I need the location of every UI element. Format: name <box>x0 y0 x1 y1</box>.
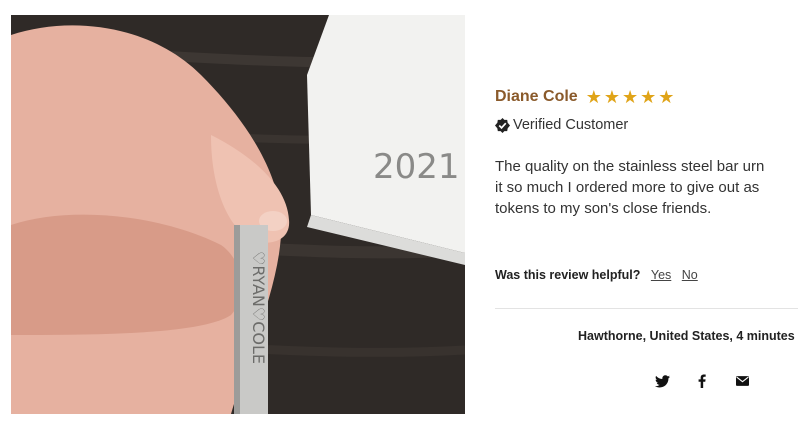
review-photo-illustration: 2021 ♡RYAN♡COLE <box>11 15 465 414</box>
review-location-time: Hawthorne, United States, 4 minutes <box>578 329 795 343</box>
star-icon: ★ <box>658 87 675 107</box>
star-rating: ★ ★ ★ ★ ★ <box>586 88 675 106</box>
review-body-line: The quality on the stainless steel bar u… <box>495 158 765 175</box>
helpful-prompt: Was this review helpful? Yes No <box>495 268 698 282</box>
verified-badge-icon <box>495 117 510 133</box>
star-icon: ★ <box>621 87 639 107</box>
review-body-line: it so much I ordered more to give out as <box>495 179 760 196</box>
star-icon: ★ <box>585 87 602 107</box>
review-body-line: tokens to my son's close friends. <box>495 200 712 217</box>
bar-engraving-text: ♡RYAN♡COLE <box>249 251 268 364</box>
facebook-icon[interactable] <box>693 372 711 390</box>
review-photo[interactable]: 2021 ♡RYAN♡COLE <box>11 15 465 414</box>
star-icon: ★ <box>603 87 620 107</box>
verified-customer: Verified Customer <box>495 117 628 133</box>
share-links <box>653 372 751 390</box>
twitter-icon[interactable] <box>653 372 671 390</box>
helpful-question: Was this review helpful? <box>495 268 641 282</box>
helpful-yes-link[interactable]: Yes <box>651 268 671 282</box>
review-card: Diane Cole ★ ★ ★ ★ ★ Verified Customer T… <box>495 0 798 423</box>
review-body: The quality on the stainless steel bar u… <box>495 156 798 219</box>
email-icon[interactable] <box>733 372 751 390</box>
star-icon: ★ <box>640 87 657 107</box>
review-header: Diane Cole ★ ★ ★ ★ ★ <box>495 88 674 106</box>
verified-label: Verified Customer <box>513 117 629 133</box>
helpful-no-link[interactable]: No <box>682 268 698 282</box>
reviewer-name: Diane Cole <box>495 88 578 105</box>
card-year-text: 2021 <box>373 147 460 187</box>
divider <box>495 308 798 309</box>
